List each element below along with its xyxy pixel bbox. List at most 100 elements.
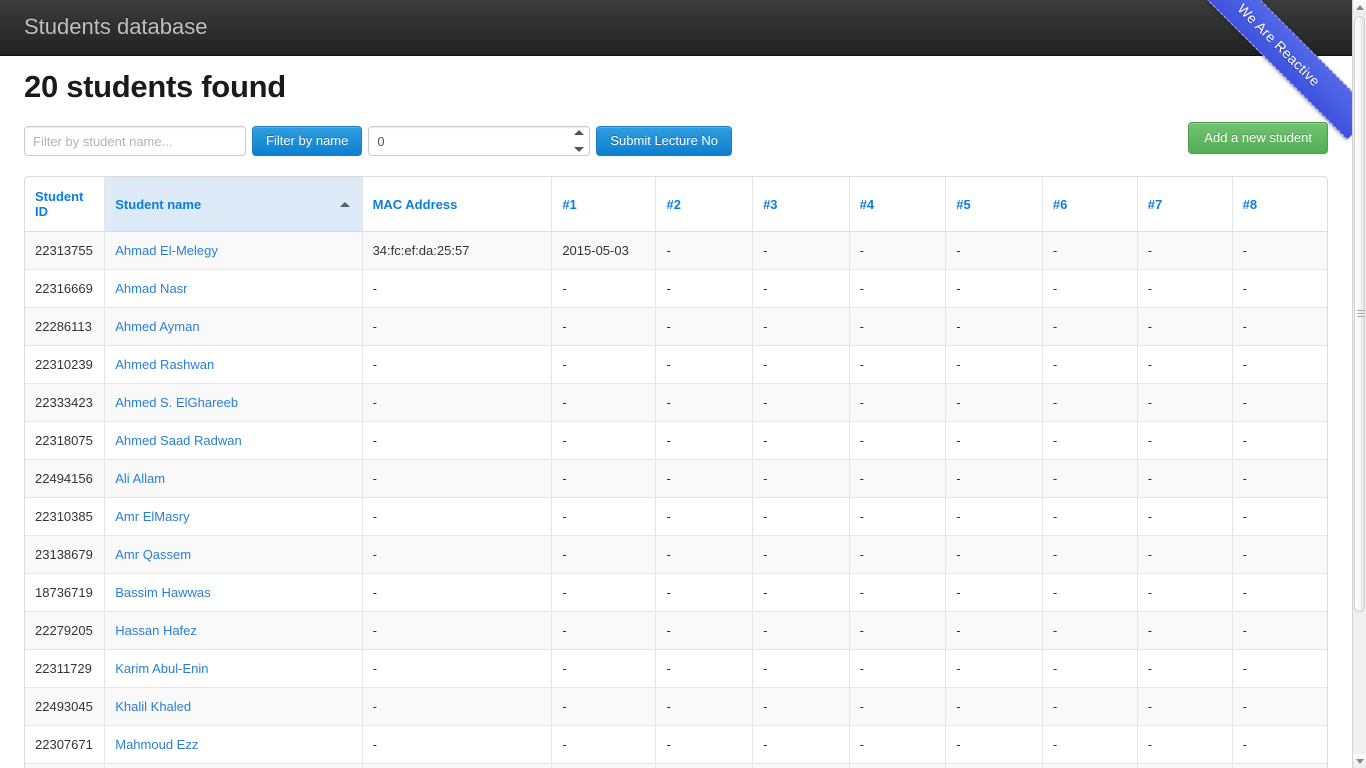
cell-lecture-7: - bbox=[1137, 611, 1233, 650]
student-name-link[interactable]: Ahmed Ayman bbox=[115, 319, 199, 334]
student-name-link[interactable]: Hassan Hafez bbox=[115, 623, 197, 638]
table-row: 23138679 Amr Qassem - - - - - - - - - bbox=[25, 535, 1327, 574]
cell-lecture-5: - bbox=[945, 687, 1043, 726]
column-header-lecture-2[interactable]: #2 bbox=[655, 177, 754, 232]
cell-student-id: 22333423 bbox=[25, 383, 106, 422]
table-row: 22493045 Khalil Khaled - - - - - - - - - bbox=[25, 687, 1327, 726]
sort-ascending-icon bbox=[339, 202, 350, 207]
cell-lecture-2: - bbox=[655, 459, 754, 498]
cell-student-id: 22313755 bbox=[25, 231, 106, 270]
column-header-lecture-8[interactable]: #8 bbox=[1232, 177, 1327, 232]
cell-lecture-3: - bbox=[752, 535, 850, 574]
cell-lecture-4: - bbox=[849, 383, 947, 422]
student-name-link[interactable]: Mahmoud Ezz bbox=[115, 737, 198, 752]
cell-lecture-3: - bbox=[752, 269, 850, 308]
column-header-student-name[interactable]: Student name bbox=[104, 177, 363, 232]
cell-lecture-1: - bbox=[551, 725, 657, 764]
cell-lecture-7 bbox=[1137, 763, 1233, 768]
scroll-up-button[interactable] bbox=[1353, 0, 1366, 14]
cell-lecture-2: - bbox=[655, 383, 754, 422]
cell-lecture-8: - bbox=[1232, 535, 1327, 574]
cell-lecture-6: - bbox=[1042, 269, 1138, 308]
submit-lecture-no-button[interactable]: Submit Lecture No bbox=[596, 126, 733, 156]
student-name-link[interactable]: Amr ElMasry bbox=[115, 509, 189, 524]
cell-lecture-7: - bbox=[1137, 573, 1233, 612]
cell-student-name bbox=[104, 763, 363, 768]
cell-student-name: Karim Abul-Enin bbox=[104, 649, 363, 688]
cell-lecture-8: - bbox=[1232, 459, 1327, 498]
student-name-link[interactable]: Amr Qassem bbox=[115, 547, 191, 562]
filter-by-name-button[interactable]: Filter by name bbox=[252, 126, 363, 156]
cell-lecture-6: - bbox=[1042, 535, 1138, 574]
cell-mac-address: - bbox=[362, 573, 553, 612]
chevron-up-icon[interactable] bbox=[573, 130, 584, 135]
table-row bbox=[25, 763, 1327, 768]
column-header-lecture-7[interactable]: #7 bbox=[1137, 177, 1233, 232]
cell-lecture-1: - bbox=[551, 649, 657, 688]
quantity-stepper[interactable] bbox=[573, 130, 584, 152]
cell-lecture-6: - bbox=[1042, 421, 1138, 460]
student-name-link[interactable]: Ahmad Nasr bbox=[115, 281, 187, 296]
cell-student-id: 22307671 bbox=[25, 725, 106, 764]
cell-lecture-8: - bbox=[1232, 231, 1327, 270]
cell-lecture-3 bbox=[752, 763, 850, 768]
cell-student-id: 18736719 bbox=[25, 573, 106, 612]
student-name-link[interactable]: Ahmed Rashwan bbox=[115, 357, 214, 372]
add-new-student-button[interactable]: Add a new student bbox=[1188, 122, 1328, 154]
cell-lecture-8: - bbox=[1232, 421, 1327, 460]
student-name-link[interactable]: Khalil Khaled bbox=[115, 699, 191, 714]
column-header-lecture-1[interactable]: #1 bbox=[551, 177, 657, 232]
scrollbar-thumb[interactable] bbox=[1354, 16, 1365, 612]
vertical-scrollbar[interactable] bbox=[1352, 0, 1366, 768]
column-header-mac-address[interactable]: MAC Address bbox=[362, 177, 553, 232]
cell-lecture-5: - bbox=[945, 421, 1043, 460]
cell-lecture-6: - bbox=[1042, 383, 1138, 422]
cell-mac-address: - bbox=[362, 421, 553, 460]
cell-mac-address: - bbox=[362, 383, 553, 422]
table-header-row: Student ID Student name MAC Address #1 #… bbox=[25, 177, 1327, 232]
cell-student-name: Mahmoud Ezz bbox=[104, 725, 363, 764]
toolbar-left-group: Filter by name Submit Lecture No bbox=[24, 124, 1328, 158]
cell-mac-address: - bbox=[362, 307, 553, 346]
cell-student-name: Bassim Hawwas bbox=[104, 573, 363, 612]
cell-lecture-1: - bbox=[551, 611, 657, 650]
cell-mac-address: - bbox=[362, 611, 553, 650]
table-row: 22494156 Ali Allam - - - - - - - - - bbox=[25, 459, 1327, 498]
student-name-link[interactable]: Ahmed Saad Radwan bbox=[115, 433, 241, 448]
cell-lecture-6: - bbox=[1042, 687, 1138, 726]
cell-student-name: Ahmed Saad Radwan bbox=[104, 421, 363, 460]
table-row: 22310239 Ahmed Rashwan - - - - - - - - - bbox=[25, 345, 1327, 384]
cell-lecture-4: - bbox=[849, 345, 947, 384]
student-name-link[interactable]: Ahmad El-Melegy bbox=[115, 243, 218, 258]
cell-student-id bbox=[25, 763, 106, 768]
lecture-number-input[interactable] bbox=[368, 126, 591, 156]
page-root: Students database We Are Reactive 20 stu… bbox=[0, 0, 1366, 768]
cell-lecture-1: - bbox=[551, 687, 657, 726]
cell-student-name: Ahmed S. ElGhareeb bbox=[104, 383, 363, 422]
cell-lecture-4: - bbox=[849, 573, 947, 612]
cell-lecture-7: - bbox=[1137, 649, 1233, 688]
student-name-link[interactable]: Karim Abul-Enin bbox=[115, 661, 208, 676]
table-row: 18736719 Bassim Hawwas - - - - - - - - - bbox=[25, 573, 1327, 612]
cell-lecture-6: - bbox=[1042, 497, 1138, 536]
student-name-link[interactable]: Bassim Hawwas bbox=[115, 585, 210, 600]
chevron-down-icon[interactable] bbox=[573, 147, 584, 152]
cell-student-name: Ali Allam bbox=[104, 459, 363, 498]
cell-student-id: 23138679 bbox=[25, 535, 106, 574]
cell-lecture-3: - bbox=[752, 231, 850, 270]
cell-lecture-3: - bbox=[752, 383, 850, 422]
table-row: 22316669 Ahmad Nasr - - - - - - - - - bbox=[25, 269, 1327, 308]
column-header-lecture-4[interactable]: #4 bbox=[849, 177, 947, 232]
cell-lecture-1: - bbox=[551, 573, 657, 612]
column-header-lecture-6[interactable]: #6 bbox=[1042, 177, 1138, 232]
column-header-lecture-3[interactable]: #3 bbox=[752, 177, 850, 232]
navbar: Students database bbox=[0, 0, 1352, 56]
column-header-student-id[interactable]: Student ID bbox=[25, 177, 106, 232]
student-name-link[interactable]: Ali Allam bbox=[115, 471, 165, 486]
scroll-down-button[interactable] bbox=[1353, 754, 1366, 768]
student-name-link[interactable]: Ahmed S. ElGhareeb bbox=[115, 395, 238, 410]
column-header-lecture-5[interactable]: #5 bbox=[945, 177, 1043, 232]
cell-lecture-6: - bbox=[1042, 725, 1138, 764]
cell-mac-address bbox=[362, 763, 553, 768]
search-input[interactable] bbox=[24, 126, 246, 156]
